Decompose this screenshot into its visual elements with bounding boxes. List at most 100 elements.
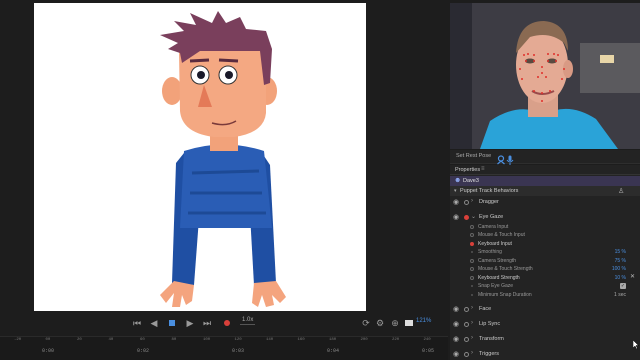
properties-panel: Properties ≡ ☻ Dave3 ▾ Puppet Track Beha… <box>450 165 640 360</box>
arm-dot-icon[interactable] <box>470 275 474 280</box>
step-forward-icon[interactable]: ⏭ <box>201 317 213 329</box>
background-toggle-icon[interactable] <box>403 317 415 329</box>
arm-dot-icon[interactable] <box>464 337 469 342</box>
puppet-icon: ☻ <box>454 177 462 184</box>
param-label: Keyboard Strength <box>478 274 520 281</box>
camera-preview <box>450 3 640 149</box>
camera-settings-icon[interactable]: ⚙ <box>374 317 386 329</box>
ruler-tick-label: 40 <box>108 338 114 342</box>
param-minimum-snap-duration[interactable]: Minimum Snap Duration 1 sec <box>450 290 640 299</box>
mouse-cursor-icon <box>633 340 639 349</box>
ruler-tick-label: 160 <box>297 338 305 342</box>
go-to-start-icon[interactable]: ⏮ <box>131 317 143 329</box>
timeline-panel[interactable]: -20 00 20 40 60 80 100 120 140 160 180 200 220 240 0:… <box>0 336 448 360</box>
ruler-tick-label: 80 <box>171 338 177 342</box>
playback-speed[interactable]: 1.0x <box>240 316 256 325</box>
arm-dot-icon[interactable] <box>470 241 474 246</box>
camera-toggle-icon[interactable] <box>496 152 506 165</box>
arm-dot-icon[interactable] <box>470 267 474 271</box>
visibility-eye-icon[interactable]: ◉ <box>453 350 459 358</box>
snap-eye-gaze-checkbox[interactable]: ✓ <box>620 282 626 289</box>
param-value[interactable]: 75 % <box>615 258 626 264</box>
visibility-eye-icon[interactable]: ◉ <box>453 213 459 221</box>
param-value[interactable]: 1 sec <box>614 292 626 298</box>
param-label: Keyboard Input <box>478 240 512 247</box>
behavior-row-lip-sync[interactable]: ◉ › Lip Sync <box>450 319 640 329</box>
behavior-row-triggers[interactable]: ◉ › Triggers <box>450 349 640 359</box>
behavior-row-eye-gaze[interactable]: ◉ ⌄ Eye Gaze <box>450 212 640 222</box>
arm-dot-icon[interactable] <box>470 224 474 229</box>
ruler-tick-label: 00 <box>45 338 51 342</box>
param-mouse-touch-strength[interactable]: Mouse & Touch Strength 100 % <box>450 265 640 274</box>
close-icon[interactable]: ✕ <box>630 273 635 280</box>
param-snap-eye-gaze[interactable]: Snap Eye Gaze ✓ <box>450 282 640 291</box>
play-button[interactable]: ▶ <box>184 317 196 329</box>
ruler-tick-label: 120 <box>234 338 242 342</box>
behavior-label: Lip Sync <box>479 321 501 327</box>
loop-icon[interactable]: ⟳ <box>360 317 372 329</box>
record-button[interactable] <box>221 317 233 329</box>
arm-dot-icon[interactable] <box>464 322 469 327</box>
param-label: Camera Strength <box>478 257 517 264</box>
param-mouse-touch-input[interactable]: Mouse & Touch Input <box>450 231 640 240</box>
set-rest-pose-button[interactable]: Set Rest Pose <box>456 153 491 159</box>
behavior-row-face[interactable]: ◉ › Face <box>450 304 640 314</box>
arm-dot-icon[interactable] <box>470 258 474 263</box>
param-label: Camera Input <box>478 223 509 230</box>
visibility-eye-icon[interactable]: ◉ <box>453 198 459 206</box>
rest-pose-bar: Set Rest Pose <box>450 150 640 165</box>
arm-dot-icon[interactable] <box>464 307 469 312</box>
chevron-right-icon[interactable]: › <box>471 335 473 341</box>
behavior-label: Eye Gaze <box>479 214 504 220</box>
param-keyboard-input[interactable]: Keyboard Input <box>450 239 640 248</box>
param-keyboard-strength[interactable]: Keyboard Strength 10 % ✕ <box>450 273 640 282</box>
visibility-eye-icon[interactable]: ◉ <box>453 320 459 328</box>
param-label: Minimum Snap Duration <box>478 291 532 298</box>
stop-button[interactable] <box>166 317 178 329</box>
chevron-right-icon[interactable]: › <box>471 198 473 204</box>
param-label: Snap Eye Gaze <box>478 283 514 289</box>
arm-dot-icon[interactable] <box>464 352 469 357</box>
ruler-tick-label: 180 <box>329 338 337 342</box>
time-label: 0:04 <box>327 348 340 354</box>
transport-controls: ⏮ ◀︎ ▶ ⏭ 1.0x ⟳ ⚙ ⊕ 121% <box>0 314 448 332</box>
behavior-label: Transform <box>479 336 504 342</box>
puppet-track-behaviors-section[interactable]: ▾ Puppet Track Behaviors ♙ <box>450 186 640 196</box>
visibility-eye-icon[interactable]: ◉ <box>453 335 459 343</box>
time-label: 0:05 <box>422 348 435 354</box>
puppet-character <box>160 11 286 307</box>
behavior-row-transform[interactable]: ◉ › Transform <box>450 334 640 344</box>
param-value[interactable]: 15 % <box>615 249 626 255</box>
zoom-fit-icon[interactable]: ⊕ <box>389 317 401 329</box>
arm-dot-icon[interactable] <box>464 200 469 205</box>
microphone-icon[interactable] <box>506 152 514 165</box>
ruler-tick-label: 140 <box>266 338 274 342</box>
scene-stage[interactable] <box>34 3 366 311</box>
panel-menu-icon[interactable]: ≡ <box>481 166 485 172</box>
chevron-right-icon[interactable]: › <box>471 350 473 356</box>
arm-dot-icon[interactable] <box>464 215 469 220</box>
param-camera-strength[interactable]: Camera Strength 75 % <box>450 256 640 265</box>
zoom-level[interactable]: 121% <box>416 318 431 324</box>
add-behavior-icon[interactable]: ♙ <box>618 187 624 195</box>
chevron-down-icon[interactable]: ▾ <box>454 188 457 194</box>
visibility-eye-icon[interactable]: ◉ <box>453 305 459 313</box>
chevron-right-icon[interactable]: › <box>471 305 473 311</box>
chevron-right-icon[interactable]: › <box>471 320 473 326</box>
arm-dot-icon[interactable] <box>470 233 474 237</box>
chevron-down-icon[interactable]: ⌄ <box>471 213 476 220</box>
ruler-tick-label: 20 <box>77 338 82 342</box>
param-label: Smoothing <box>478 249 502 255</box>
param-value[interactable]: 10 % <box>615 275 626 281</box>
ruler-tick-label: 100 <box>203 338 211 342</box>
param-label: Mouse & Touch Input <box>478 232 525 238</box>
properties-header: Properties ≡ <box>450 165 640 175</box>
param-camera-input[interactable]: Camera Input <box>450 222 640 231</box>
puppet-row[interactable]: ☻ Dave3 <box>450 176 640 186</box>
param-value[interactable]: 100 % <box>612 266 626 272</box>
behavior-row-dragger[interactable]: ◉ › Dragger <box>450 197 640 207</box>
ruler-tick-label: 240 <box>423 338 431 342</box>
param-smoothing[interactable]: Smoothing 15 % <box>450 248 640 257</box>
timeline-ruler[interactable]: -20 00 20 40 60 80 100 120 140 160 180 200 220 240 <box>0 337 448 347</box>
step-back-icon[interactable]: ◀︎ <box>148 317 160 329</box>
